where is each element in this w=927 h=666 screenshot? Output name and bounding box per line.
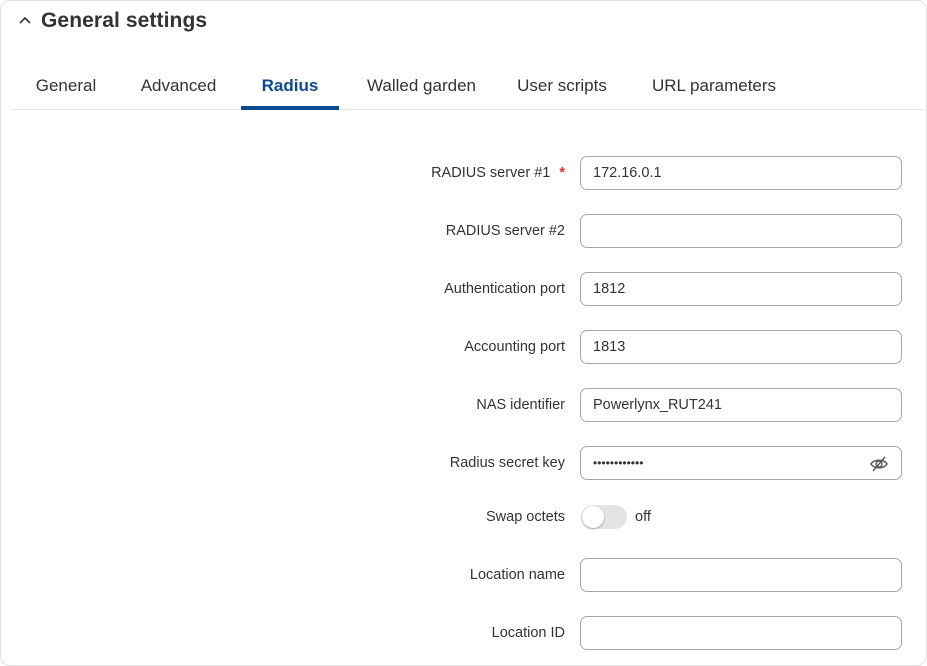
location-id-input[interactable] (580, 616, 902, 650)
acct-port-label: Accounting port (464, 339, 565, 355)
tab-user-scripts[interactable]: User scripts (506, 67, 618, 109)
swap-octets-state: off (635, 509, 651, 525)
nas-identifier-row: NAS identifier Powerlynx_RUT241 (0, 388, 927, 422)
tab-general[interactable]: General (11, 67, 121, 109)
location-name-row: Location name (0, 558, 927, 592)
tab-url-parameters[interactable]: URL parameters (641, 67, 787, 109)
auth-port-label: Authentication port (444, 281, 565, 297)
tab-walled-garden[interactable]: Walled garden (349, 67, 494, 109)
radius-server-1-input[interactable]: 172.16.0.1 (580, 156, 902, 190)
chevron-up-icon[interactable] (17, 13, 33, 29)
location-name-label: Location name (469, 567, 565, 583)
location-name-input[interactable] (580, 558, 902, 592)
section-title: General settings (41, 9, 208, 32)
secret-key-input[interactable]: •••••••••••• (580, 446, 902, 480)
radius-server-1-label: RADIUS server #1 * (431, 156, 565, 190)
toggle-knob (582, 506, 604, 528)
swap-octets-label: Swap octets (486, 509, 565, 525)
secret-key-masked-value: •••••••••••• (593, 456, 644, 470)
auth-port-row: Authentication port 1812 (0, 272, 927, 306)
tab-radius[interactable]: Radius (241, 67, 339, 110)
tab-advanced[interactable]: Advanced (127, 67, 230, 109)
radius-server-2-input[interactable] (580, 214, 902, 248)
secret-key-row: Radius secret key •••••••••••• (0, 446, 927, 480)
radius-server-1-row: RADIUS server #1 * 172.16.0.1 (0, 156, 927, 190)
secret-key-label: Radius secret key (449, 455, 565, 471)
auth-port-input[interactable]: 1812 (580, 272, 902, 306)
location-id-label: Location ID (491, 625, 565, 641)
tab-bar: General Advanced Radius Walled garden Us… (11, 67, 925, 110)
radius-server-1-label-text: RADIUS server #1 (431, 165, 551, 181)
swap-octets-toggle[interactable] (581, 505, 627, 529)
required-asterisk: * (559, 165, 565, 181)
acct-port-input[interactable]: 1813 (580, 330, 902, 364)
location-id-row: Location ID (0, 616, 927, 650)
eye-slash-icon[interactable] (869, 454, 889, 474)
acct-port-row: Accounting port 1813 (0, 330, 927, 364)
swap-octets-row: Swap octets off (0, 500, 927, 534)
nas-identifier-label: NAS identifier (476, 397, 565, 413)
nas-identifier-input[interactable]: Powerlynx_RUT241 (580, 388, 902, 422)
radius-server-2-label: RADIUS server #2 (445, 223, 565, 239)
section-header[interactable]: General settings (17, 9, 207, 33)
radius-server-2-row: RADIUS server #2 (0, 214, 927, 248)
